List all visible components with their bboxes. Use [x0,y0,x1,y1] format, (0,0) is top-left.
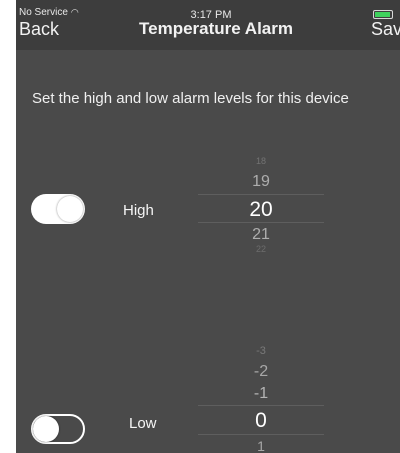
picker-item[interactable]: 22 [198,244,324,254]
picker-selection-bottom-line [198,434,324,435]
picker-item[interactable]: 21 [198,226,324,244]
low-alarm-toggle[interactable] [31,414,85,444]
low-value-picker[interactable]: -3 -2 -1 0 1 [198,345,324,453]
save-button[interactable]: Save [371,19,400,40]
toggle-knob [33,416,59,442]
high-label: High [123,202,154,219]
low-label: Low [129,415,157,432]
picker-selection-bottom-line [198,222,324,223]
navigation-bar: No Service ◠ 3:17 PM Back Temperature Ala… [16,0,400,50]
high-value-picker[interactable]: 18 19 20 21 22 [198,156,324,256]
picker-selection-top-line [198,194,324,195]
status-carrier: No Service ◠ [19,7,79,18]
picker-item[interactable]: 19 [198,173,324,191]
high-alarm-toggle[interactable] [31,194,85,224]
battery-icon [373,10,393,19]
page-title: Temperature Alarm [139,19,293,38]
picker-item[interactable]: 18 [198,156,324,166]
back-button[interactable]: Back [19,19,59,40]
toggle-knob [57,196,83,222]
picker-selected-item[interactable]: 20 [198,198,324,222]
picker-item[interactable]: -1 [198,385,324,403]
picker-item[interactable]: -2 [198,363,324,381]
picker-item[interactable]: -3 [198,345,324,357]
phone-screen: No Service ◠ 3:17 PM Back Temperature Ala… [16,0,400,453]
picker-item[interactable]: 1 [198,438,324,453]
wifi-icon: ◠ [70,7,79,17]
carrier-label: No Service [19,7,68,18]
picker-selected-item[interactable]: 0 [198,409,324,433]
picker-selection-top-line [198,405,324,406]
battery-level [375,12,390,17]
instructions-text: Set the high and low alarm levels for th… [32,90,349,107]
